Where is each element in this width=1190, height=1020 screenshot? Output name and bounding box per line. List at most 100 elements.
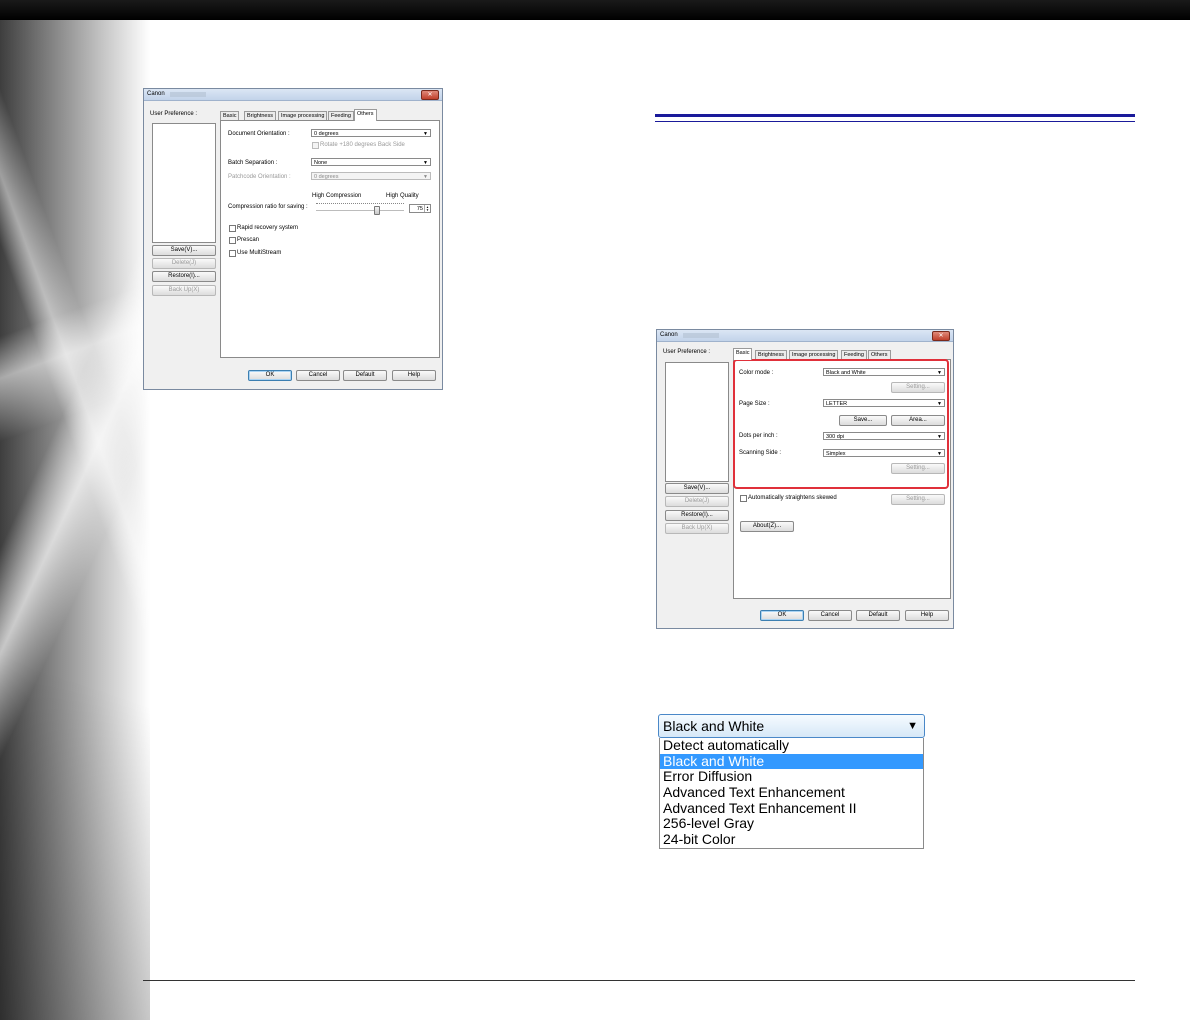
option-detect-automatically[interactable]: Detect automatically: [660, 737, 923, 754]
high-quality-label: High Quality: [386, 193, 419, 199]
rapid-recovery-checkbox[interactable]: [229, 225, 236, 232]
color-mode-dropdown-head[interactable]: Black and White ▼: [658, 714, 925, 738]
dpi-label: Dots per inch :: [739, 433, 778, 439]
decorative-side-graphic: [0, 20, 150, 1020]
tab-strip: Basic Brightness Image processing Feedin…: [220, 109, 440, 121]
color-setting-button[interactable]: Setting...: [891, 382, 945, 393]
footer-rule: [143, 980, 1135, 981]
tab-feeding[interactable]: Feeding: [841, 350, 867, 359]
ok-button[interactable]: OK: [760, 610, 804, 621]
chevron-down-icon: ▼: [937, 401, 942, 407]
backup-button[interactable]: Back Up(X): [152, 285, 216, 296]
prescan-checkbox[interactable]: [229, 237, 236, 244]
help-button[interactable]: Help: [392, 370, 436, 381]
compression-slider-track[interactable]: [316, 210, 404, 211]
scanning-side-setting-button[interactable]: Setting...: [891, 463, 945, 474]
document-orientation-select[interactable]: 0 degrees ▼: [311, 129, 431, 137]
tab-image-processing[interactable]: Image processing: [278, 111, 328, 120]
prescan-label: Prescan: [237, 237, 260, 243]
scanning-side-value: Simplex: [826, 451, 846, 457]
area-button[interactable]: Area...: [891, 415, 945, 426]
close-icon[interactable]: ✕: [421, 90, 439, 100]
auto-straighten-checkbox[interactable]: [740, 495, 747, 502]
save-button[interactable]: Save(V)...: [665, 483, 729, 494]
chevron-down-icon: ▼: [937, 451, 942, 457]
spin-down-icon[interactable]: ▼: [424, 208, 430, 212]
cancel-button[interactable]: Cancel: [296, 370, 340, 381]
option-256-level-gray[interactable]: 256-level Gray: [660, 816, 923, 832]
dropdown-options-list: Detect automatically Black and White Err…: [659, 737, 924, 849]
page-size-value: LETTER: [826, 401, 848, 407]
rotate-back-side-label: Rotate +180 degrees Back Side: [320, 142, 405, 148]
compression-value-spinner[interactable]: 75 ▲ ▼: [409, 204, 431, 213]
straighten-setting-button[interactable]: Setting...: [891, 494, 945, 505]
color-mode-select[interactable]: Black and White ▼: [823, 368, 945, 376]
option-black-and-white[interactable]: Black and White: [660, 753, 923, 770]
option-24-bit-color[interactable]: 24-bit Color: [660, 831, 923, 848]
multistream-label: Use MultiStream: [237, 250, 282, 256]
blurred-model-name: [170, 92, 206, 97]
user-preference-list[interactable]: [665, 362, 729, 482]
option-advanced-text-enhancement-ii[interactable]: Advanced Text Enhancement II: [660, 800, 923, 817]
tab-image-processing[interactable]: Image processing: [789, 350, 839, 359]
backup-button[interactable]: Back Up(X): [665, 523, 729, 534]
title-bar: Canon ✕: [657, 330, 953, 342]
about-button[interactable]: About(Z)...: [740, 521, 794, 532]
chevron-down-icon: ▼: [423, 160, 428, 166]
default-button[interactable]: Default: [343, 370, 387, 381]
scanning-side-select[interactable]: Simplex ▼: [823, 449, 945, 457]
user-preference-label: User Preference :: [150, 111, 198, 117]
compression-value: 75: [416, 206, 423, 212]
user-preference-label: User Preference :: [663, 349, 711, 355]
blurred-model-name: [683, 333, 719, 338]
ok-button[interactable]: OK: [248, 370, 292, 381]
color-mode-dropdown[interactable]: Black and White ▼ Detect automatically B…: [658, 714, 925, 849]
document-orientation-label: Document Orientation :: [228, 131, 290, 137]
compression-slider-thumb[interactable]: [374, 206, 380, 215]
tab-basic[interactable]: Basic: [220, 111, 240, 120]
tab-feeding[interactable]: Feeding: [328, 111, 354, 120]
top-banner: [0, 0, 1190, 20]
tab-brightness[interactable]: Brightness: [244, 111, 276, 120]
chevron-down-icon: ▼: [937, 434, 942, 440]
tab-strip: Basic Brightness Image processing Feedin…: [733, 348, 953, 360]
chevron-down-icon: ▼: [907, 720, 918, 732]
option-error-diffusion[interactable]: Error Diffusion: [660, 769, 923, 785]
default-button[interactable]: Default: [856, 610, 900, 621]
batch-separation-select[interactable]: None ▼: [311, 158, 431, 166]
restore-button[interactable]: Restore(I)...: [152, 271, 216, 282]
multistream-checkbox[interactable]: [229, 250, 236, 257]
batch-separation-value: None: [314, 160, 328, 166]
scanning-side-label: Scanning Side :: [739, 450, 782, 456]
chevron-down-icon: ▼: [937, 370, 942, 376]
section-heading-rule: [655, 114, 1135, 122]
tab-others[interactable]: Others: [354, 109, 377, 121]
user-preference-list[interactable]: [152, 123, 216, 243]
delete-button[interactable]: Delete(J): [152, 258, 216, 269]
page-size-label: Page Size :: [739, 401, 770, 407]
page-size-select[interactable]: LETTER ▼: [823, 399, 945, 407]
restore-button[interactable]: Restore(I)...: [665, 510, 729, 521]
page-size-save-button[interactable]: Save...: [839, 415, 887, 426]
cancel-button[interactable]: Cancel: [808, 610, 852, 621]
chevron-down-icon: ▼: [423, 131, 428, 137]
close-icon[interactable]: ✕: [932, 331, 950, 341]
tab-basic[interactable]: Basic: [733, 348, 753, 360]
color-mode-value: Black and White: [826, 370, 866, 376]
rapid-recovery-label: Rapid recovery system: [237, 225, 299, 231]
auto-straighten-label: Automatically straightens skewed: [748, 495, 837, 501]
tab-others[interactable]: Others: [868, 350, 891, 359]
high-compression-label: High Compression: [312, 193, 362, 199]
tab-brightness[interactable]: Brightness: [755, 350, 787, 359]
patchcode-orientation-select[interactable]: 0 degrees ▼: [311, 172, 431, 180]
title-bar: Canon ✕: [144, 89, 442, 101]
help-button[interactable]: Help: [905, 610, 949, 621]
delete-button[interactable]: Delete(J): [665, 496, 729, 507]
option-advanced-text-enhancement[interactable]: Advanced Text Enhancement: [660, 784, 923, 801]
dpi-select[interactable]: 300 dpi ▼: [823, 432, 945, 440]
patchcode-orientation-label: Patchcode Orientation :: [228, 174, 291, 180]
save-button[interactable]: Save(V)...: [152, 245, 216, 256]
document-orientation-value: 0 degrees: [314, 131, 339, 137]
scanner-settings-dialog-others: Canon ✕ User Preference : Save(V)... Del…: [143, 88, 443, 390]
rotate-back-side-checkbox[interactable]: [312, 142, 319, 149]
